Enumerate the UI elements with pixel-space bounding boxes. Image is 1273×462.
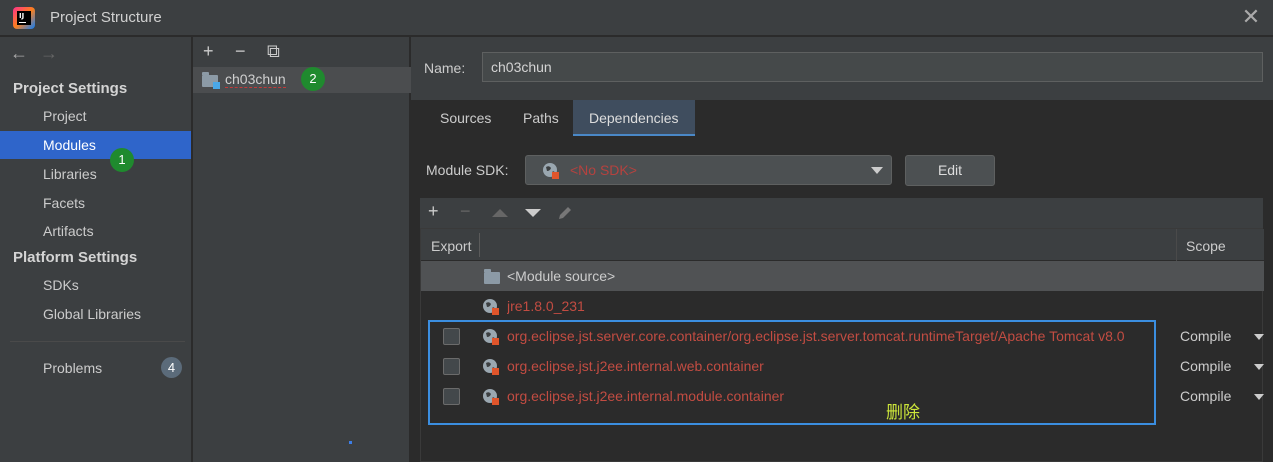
remove-module-icon[interactable]: − — [235, 41, 267, 62]
selection-highlight-box — [428, 320, 1156, 425]
column-divider — [479, 233, 480, 257]
modules-toolbar: + − ⧉ — [203, 41, 299, 62]
window-title: Project Structure — [50, 9, 162, 26]
module-sdk-value: <No SDK> — [570, 162, 637, 178]
close-icon[interactable]: ✕ — [1240, 6, 1262, 28]
edit-sdk-button[interactable]: Edit — [905, 155, 995, 186]
forward-arrow-icon[interactable]: → — [40, 43, 70, 64]
chevron-down-icon[interactable] — [1254, 334, 1264, 340]
module-folder-icon — [202, 72, 220, 89]
platform-settings-header: Platform Settings — [13, 249, 138, 266]
scope-value[interactable]: Compile — [1180, 358, 1231, 374]
delete-annotation: 删除 — [886, 403, 920, 423]
table-header: Export Scope — [421, 229, 1264, 261]
table-row[interactable]: <Module source> — [421, 261, 1264, 291]
step-badge-1: 1 — [110, 148, 134, 172]
settings-sidebar: ← → Project Settings Project Modules Libr… — [0, 37, 191, 462]
tab-paths[interactable]: Paths — [507, 100, 575, 136]
tab-dependencies[interactable]: Dependencies — [573, 100, 695, 136]
cursor-dot — [349, 441, 352, 444]
nav-item-libraries[interactable]: Libraries — [0, 160, 191, 188]
edit-pencil-icon[interactable] — [556, 204, 574, 222]
scope-column-header[interactable]: Scope — [1186, 238, 1226, 254]
module-name-input[interactable] — [482, 52, 1263, 82]
module-row[interactable]: ch03chun 2 — [193, 67, 411, 93]
back-arrow-icon[interactable]: ← — [10, 43, 40, 64]
module-sdk-dropdown[interactable]: <No SDK> — [525, 155, 892, 185]
dependencies-toolbar: + − — [420, 198, 1263, 228]
problems-count-badge: 4 — [161, 357, 182, 378]
module-name: ch03chun — [225, 71, 286, 88]
dependency-name: <Module source> — [507, 268, 616, 284]
nav-divider — [10, 341, 185, 342]
chevron-down-icon[interactable] — [1254, 394, 1264, 400]
intellij-logo-icon: IJ — [13, 7, 35, 29]
export-column-header[interactable]: Export — [431, 238, 471, 254]
modules-pane: + − ⧉ ch03chun 2 — [192, 37, 411, 462]
nav-arrows: ← → — [10, 43, 70, 64]
name-label: Name: — [424, 60, 466, 76]
project-settings-header: Project Settings — [13, 80, 128, 97]
move-up-icon[interactable] — [492, 209, 508, 217]
nav-item-facets[interactable]: Facets — [0, 189, 191, 217]
nav-item-project[interactable]: Project — [0, 102, 191, 130]
module-tabs: Sources Paths Dependencies — [411, 100, 1273, 136]
scope-value[interactable]: Compile — [1180, 388, 1231, 404]
dependency-name: jre1.8.0_231 — [507, 298, 585, 314]
module-sdk-label: Module SDK: — [426, 162, 509, 178]
nav-item-sdks[interactable]: SDKs — [0, 271, 191, 299]
sdk-globe-icon — [543, 163, 559, 179]
nav-item-global-libraries[interactable]: Global Libraries — [0, 300, 191, 328]
nav-item-artifacts[interactable]: Artifacts — [0, 217, 191, 245]
nav-item-modules[interactable]: Modules — [0, 131, 191, 159]
move-down-icon[interactable] — [525, 209, 541, 217]
column-divider — [1176, 229, 1177, 261]
chevron-down-icon — [871, 167, 883, 174]
chevron-down-icon[interactable] — [1254, 364, 1264, 370]
add-module-icon[interactable]: + — [203, 41, 235, 62]
remove-dependency-icon[interactable]: − — [460, 201, 471, 222]
table-row[interactable]: jre1.8.0_231 — [421, 291, 1264, 321]
title-bar: IJ Project Structure ✕ — [0, 0, 1273, 36]
step-badge-2: 2 — [301, 67, 325, 91]
module-source-folder-icon — [484, 269, 500, 284]
copy-module-icon[interactable]: ⧉ — [267, 41, 299, 62]
sdk-globe-icon — [483, 299, 499, 315]
scope-value[interactable]: Compile — [1180, 328, 1231, 344]
tab-sources[interactable]: Sources — [424, 100, 507, 136]
add-dependency-icon[interactable]: + — [428, 201, 439, 222]
